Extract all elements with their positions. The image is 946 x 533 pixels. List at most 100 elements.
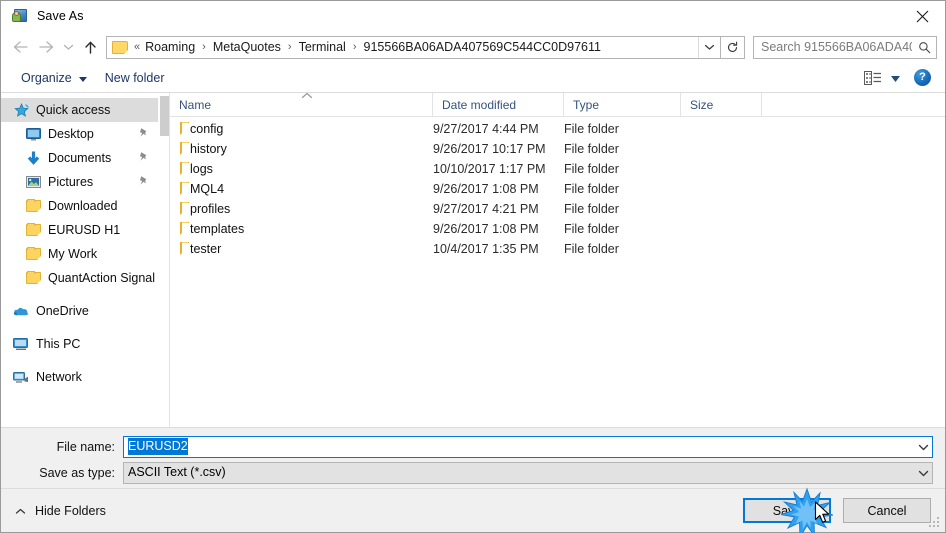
search-input[interactable]: Search 915566BA06ADA40756... [753, 35, 937, 59]
save-as-icon [12, 8, 28, 24]
sidebar-item-this-pc[interactable]: This PC [1, 332, 158, 356]
up-button[interactable] [77, 34, 103, 60]
save-as-dialog: Save As « Roaming › MetaQuotes › Termina… [0, 0, 946, 533]
table-row[interactable]: templates 9/26/2017 1:08 PM File folder [170, 219, 945, 239]
table-row[interactable]: logs 10/10/2017 1:17 PM File folder [170, 159, 945, 179]
sidebar-item-downloaded[interactable]: Downloaded [1, 194, 158, 218]
sidebar-item-pictures[interactable]: Pictures [1, 170, 158, 194]
file-date-cell: 10/4/2017 1:35 PM [433, 242, 539, 256]
table-row[interactable]: config 9/27/2017 4:44 PM File folder [170, 119, 945, 139]
column-header-date-modified[interactable]: Date modified [433, 92, 564, 117]
address-bar[interactable]: « Roaming › MetaQuotes › Terminal › 9155… [106, 35, 721, 59]
file-name-cell[interactable]: templates [170, 222, 433, 236]
sidebar-item-quantaction-signal[interactable]: QuantAction Signal [1, 266, 158, 290]
save-button[interactable]: Save [743, 498, 831, 523]
filename-field-value[interactable]: EURUSD2 [124, 436, 915, 458]
refresh-icon[interactable] [721, 35, 745, 59]
file-name-cell[interactable]: history [170, 142, 433, 156]
folder-icon [180, 222, 190, 236]
table-row[interactable]: MQL4 9/26/2017 1:08 PM File folder [170, 179, 945, 199]
hide-folders-button[interactable]: Hide Folders [1, 504, 106, 518]
organize-button[interactable]: Organize [15, 68, 93, 88]
table-row[interactable]: history 9/26/2017 10:17 PM File folder [170, 139, 945, 159]
chevron-down-icon[interactable] [915, 463, 932, 483]
new-folder-label: New folder [104, 70, 165, 85]
sidebar-item-network[interactable]: Network [1, 365, 158, 389]
filetype-value: ASCII Text (*.csv) [128, 465, 226, 479]
filetype-label: Save as type: [39, 466, 115, 480]
file-name-cell[interactable]: logs [170, 162, 433, 176]
file-type-cell: File folder [564, 182, 619, 196]
breadcrumb-item-0[interactable]: Roaming [144, 40, 196, 54]
file-name-cell[interactable]: profiles [170, 202, 433, 216]
sidebar-scrollbar[interactable] [158, 93, 169, 427]
recent-locations-button[interactable] [59, 34, 77, 60]
cloud-icon [13, 303, 29, 319]
pin-icon[interactable] [138, 175, 149, 189]
pin-icon[interactable] [138, 127, 149, 141]
file-list-pane: Name Date modified Type Size config 9/27/… [170, 92, 945, 427]
sidebar-item-label: Network [36, 370, 82, 384]
new-folder-button[interactable]: New folder [99, 68, 171, 88]
file-rows: config 9/27/2017 4:44 PM File folder histor… [170, 117, 945, 427]
breadcrumb-separator: › [352, 41, 357, 53]
column-headers: Name Date modified Type Size [170, 92, 945, 117]
file-type-cell: File folder [564, 202, 619, 216]
forward-button[interactable] [33, 34, 59, 60]
help-icon[interactable]: ? [914, 69, 931, 86]
close-icon[interactable] [899, 1, 945, 31]
sidebar-item-documents[interactable]: Documents [1, 146, 158, 170]
sidebar-item-my-work[interactable]: My Work [1, 242, 158, 266]
navigation-bar: « Roaming › MetaQuotes › Terminal › 9155… [1, 31, 945, 63]
network-icon [13, 369, 29, 385]
file-name-text: profiles [190, 202, 231, 216]
table-row[interactable]: tester 10/4/2017 1:35 PM File folder [170, 239, 945, 259]
chevron-down-icon[interactable] [915, 437, 932, 457]
star-icon [13, 102, 29, 118]
breadcrumb-item-3[interactable]: 915566BA06ADA407569C544CC0D97611 [363, 40, 602, 54]
sidebar-item-onedrive[interactable]: OneDrive [1, 299, 158, 323]
sidebar-item-label: This PC [36, 337, 81, 351]
file-name-text: tester [190, 242, 222, 256]
monitor-icon [25, 126, 41, 142]
filename-input[interactable]: EURUSD2 [123, 436, 933, 458]
chevron-down-icon[interactable] [698, 36, 720, 58]
title-bar: Save As [1, 1, 945, 31]
column-header-size[interactable]: Size [681, 92, 762, 117]
organize-label: Organize [21, 70, 72, 85]
folder-icon [180, 202, 190, 216]
filetype-select[interactable]: ASCII Text (*.csv) [123, 462, 933, 484]
file-date-cell: 9/27/2017 4:21 PM [433, 202, 539, 216]
column-header-type[interactable]: Type [564, 92, 681, 117]
sidebar-item-label: Desktop [48, 127, 94, 141]
folder-icon [180, 122, 190, 136]
resize-grip-icon[interactable] [929, 517, 941, 529]
file-name-text: history [190, 142, 227, 156]
file-type-cell: File folder [564, 222, 619, 236]
sidebar-item-label: Documents [48, 151, 112, 165]
file-name-cell[interactable]: MQL4 [170, 182, 433, 196]
sidebar-item-label: OneDrive [36, 304, 89, 318]
cancel-button[interactable]: Cancel [843, 498, 931, 523]
file-name-cell[interactable]: tester [170, 242, 433, 256]
breadcrumb-item-1[interactable]: MetaQuotes [212, 40, 282, 54]
file-date-cell: 9/27/2017 4:44 PM [433, 122, 539, 136]
back-button[interactable] [7, 34, 33, 60]
breadcrumb-overflow[interactable]: « [133, 41, 144, 53]
breadcrumb-item-2[interactable]: Terminal [298, 40, 347, 54]
sidebar-item-label: EURUSD H1 [48, 223, 121, 237]
sidebar-item-eurusd-h1[interactable]: EURUSD H1 [1, 218, 158, 242]
sidebar-item-label: Downloaded [48, 199, 118, 213]
scrollbar-thumb[interactable] [160, 96, 169, 136]
sidebar-item-desktop[interactable]: Desktop [1, 122, 158, 146]
pin-icon[interactable] [138, 151, 149, 165]
sidebar-item-quick-access[interactable]: Quick access [1, 98, 158, 122]
sidebar-item-label: My Work [48, 247, 98, 261]
table-row[interactable]: profiles 9/27/2017 4:21 PM File folder [170, 199, 945, 219]
folder-icon [25, 222, 41, 238]
view-options-icon[interactable] [864, 70, 882, 85]
chevron-up-icon [15, 504, 26, 518]
file-name-cell[interactable]: config [170, 122, 433, 136]
caret-down-icon[interactable] [891, 71, 900, 85]
folder-icon [180, 182, 190, 196]
